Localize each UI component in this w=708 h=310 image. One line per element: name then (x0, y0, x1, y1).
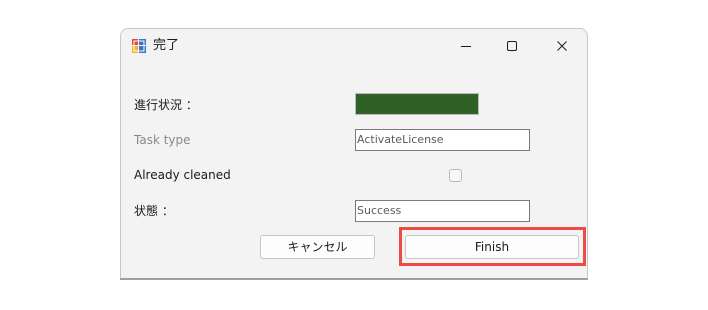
winforms-app-icon (132, 39, 146, 53)
completion-dialog: 完了 進行状況 ： Task type ActivateLicense Alre… (120, 28, 588, 279)
cancel-button[interactable]: キャンセル (260, 235, 375, 259)
task-type-label: Task type (134, 133, 191, 147)
maximize-icon (507, 41, 517, 51)
close-button[interactable] (539, 29, 585, 63)
already-cleaned-checkbox[interactable] (449, 169, 462, 182)
titlebar[interactable]: 完了 (121, 29, 587, 63)
progress-label: 進行状況 ： (134, 98, 198, 112)
status-field[interactable]: Success (355, 200, 530, 222)
window-title: 完了 (153, 38, 180, 53)
task-type-field[interactable]: ActivateLicense (355, 129, 530, 151)
window-bottom-edge (120, 278, 588, 280)
minimize-icon (461, 46, 471, 47)
minimize-button[interactable] (443, 29, 489, 63)
maximize-button[interactable] (489, 29, 535, 63)
status-label: 状態 ： (134, 204, 174, 218)
finish-button[interactable]: Finish (405, 235, 579, 259)
progress-bar (355, 93, 479, 115)
close-icon (557, 41, 567, 51)
already-cleaned-label: Already cleaned (134, 168, 231, 182)
